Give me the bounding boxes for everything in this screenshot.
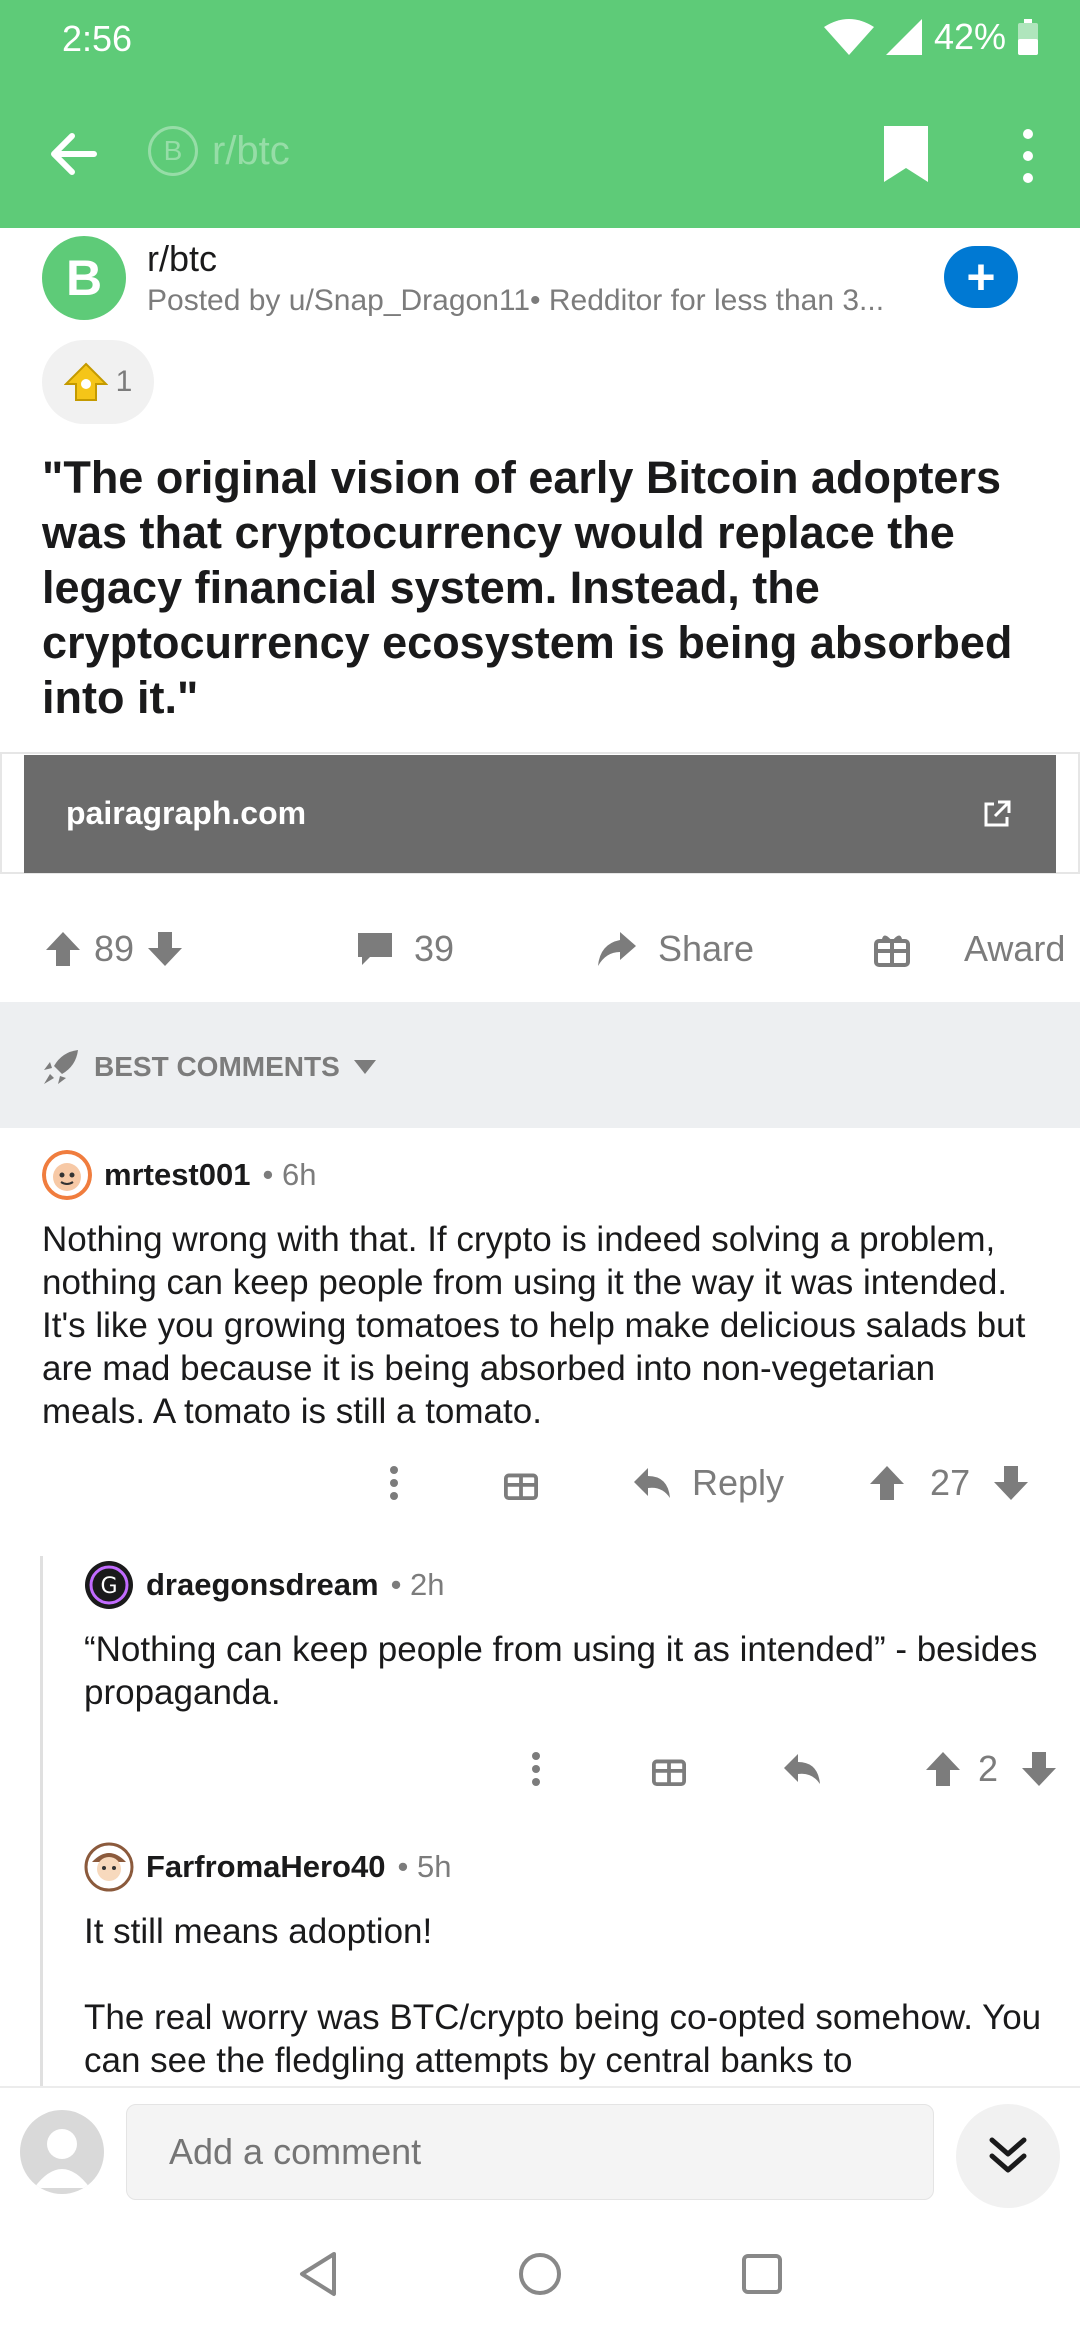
comment-header: FarfromaHero40 • 5h	[84, 1842, 1044, 1892]
collapse-comments-button[interactable]	[956, 2104, 1060, 2208]
award-chip[interactable]: 1	[42, 340, 154, 424]
join-button[interactable]: +	[944, 246, 1018, 308]
comment-item: G draegonsdream • 2h “Nothing can keep p…	[84, 1560, 1044, 1714]
comment-score: 27	[930, 1462, 971, 1503]
comment-header: mrtest001 • 6h	[42, 1150, 1042, 1200]
user-avatar[interactable]: G	[84, 1560, 134, 1610]
sort-selector[interactable]: BEST COMMENTS	[42, 1048, 376, 1086]
nav-home-icon[interactable]	[516, 2250, 564, 2298]
downvote-icon[interactable]	[146, 930, 184, 968]
downvote-icon[interactable]	[992, 1464, 1030, 1502]
subreddit-name[interactable]: r/btc	[147, 238, 217, 280]
reply-icon[interactable]	[782, 1752, 822, 1786]
chevron-double-down-icon	[989, 2137, 1027, 2173]
thread-line	[40, 1556, 43, 2086]
comment-username[interactable]: draegonsdream	[146, 1567, 379, 1603]
vote-group: 89	[44, 928, 184, 970]
rocket-icon	[44, 1050, 78, 1084]
subreddit-mini-icon: B	[148, 126, 198, 176]
comment-item: mrtest001 • 6h Nothing wrong with that. …	[42, 1150, 1042, 1433]
gift-icon[interactable]	[504, 1466, 538, 1500]
award-count: 1	[115, 365, 133, 398]
caret-down-icon	[353, 1060, 376, 1074]
post-title: "The original vision of early Bitcoin ad…	[42, 452, 1013, 723]
share-icon	[598, 932, 636, 966]
post-score: 89	[94, 928, 135, 969]
battery-percent: 42%	[933, 16, 1006, 57]
battery-icon	[1018, 19, 1038, 55]
nav-back-icon[interactable]	[296, 2250, 340, 2298]
status-bar: 2:56 42%	[0, 0, 1080, 80]
share-button[interactable]: Share	[596, 928, 754, 970]
signal-icon	[885, 19, 922, 55]
comment-timestamp: • 2h	[390, 1567, 445, 1602]
award-label: Award	[964, 928, 1066, 969]
comment-composer	[0, 2086, 1080, 2216]
more-vertical-icon[interactable]	[530, 1751, 542, 1787]
comment-timestamp: • 6h	[262, 1157, 317, 1192]
link-domain: pairagraph.com	[66, 795, 307, 831]
post-action-bar: 89 39 Share Award	[0, 900, 1080, 1000]
comment-actions: Reply 27	[388, 1462, 1030, 1504]
share-label: Share	[658, 928, 755, 969]
upvote-icon[interactable]	[868, 1464, 906, 1502]
comment-body: “Nothing can keep people from using it a…	[84, 1630, 1038, 1712]
bookmark-icon[interactable]	[880, 124, 932, 184]
reply-label[interactable]: Reply	[692, 1462, 784, 1504]
wifi-icon	[823, 19, 874, 55]
comment-input[interactable]	[126, 2104, 934, 2200]
status-icons: 42%	[823, 16, 1038, 58]
toolbar: B r/btc	[0, 108, 1080, 198]
comment-actions: 2	[530, 1748, 1058, 1790]
user-avatar[interactable]	[42, 1150, 92, 1200]
gift-icon[interactable]	[652, 1752, 686, 1786]
reply-icon[interactable]	[632, 1466, 672, 1500]
comment-item: FarfromaHero40 • 5h It still means adopt…	[84, 1842, 1044, 2082]
toolbar-title: B r/btc	[148, 126, 290, 176]
upvote-icon[interactable]	[44, 930, 82, 968]
comments-button[interactable]: 39	[356, 928, 454, 970]
status-time: 2:56	[62, 18, 133, 59]
upvote-icon[interactable]	[924, 1750, 962, 1788]
comment-body: Nothing wrong with that. If crypto is in…	[42, 1220, 1026, 1431]
arrow-left-icon[interactable]	[44, 124, 104, 184]
posted-by[interactable]: Posted by u/Snap_Dragon11• Redditor for …	[147, 284, 937, 318]
external-link-icon	[984, 800, 1011, 827]
comment-timestamp: • 5h	[397, 1849, 452, 1884]
award-button[interactable]: Award	[874, 928, 1065, 970]
system-nav-bar	[0, 2216, 1080, 2340]
nav-recents-icon[interactable]	[740, 2252, 784, 2296]
comment-username[interactable]: FarfromaHero40	[146, 1849, 385, 1885]
gift-icon	[874, 935, 910, 967]
svg-text:G: G	[100, 1574, 117, 1599]
default-avatar-icon	[34, 2129, 90, 2188]
comment-username[interactable]: mrtest001	[104, 1157, 250, 1193]
more-vertical-icon[interactable]	[388, 1465, 400, 1501]
user-avatar[interactable]	[84, 1842, 134, 1892]
subreddit-icon[interactable]: B	[42, 236, 126, 320]
comment-body: It still means adoption! The real worry …	[84, 1912, 1042, 2080]
award-icon	[63, 362, 108, 401]
sort-label: BEST COMMENTS	[94, 1051, 340, 1082]
toolbar-title-text: r/btc	[212, 128, 290, 173]
user-avatar[interactable]	[20, 2110, 104, 2194]
comments-count: 39	[414, 928, 455, 969]
link-card[interactable]: pairagraph.com	[24, 755, 1056, 873]
app-bar: 2:56 42% B r/btc	[0, 0, 1080, 228]
comment-header: G draegonsdream • 2h	[84, 1560, 1044, 1610]
more-vertical-icon[interactable]	[1016, 126, 1040, 186]
downvote-icon[interactable]	[1020, 1750, 1058, 1788]
comment-sort-bar[interactable]: BEST COMMENTS	[0, 1002, 1080, 1128]
comment-icon	[358, 933, 392, 965]
comment-score: 2	[978, 1748, 999, 1789]
